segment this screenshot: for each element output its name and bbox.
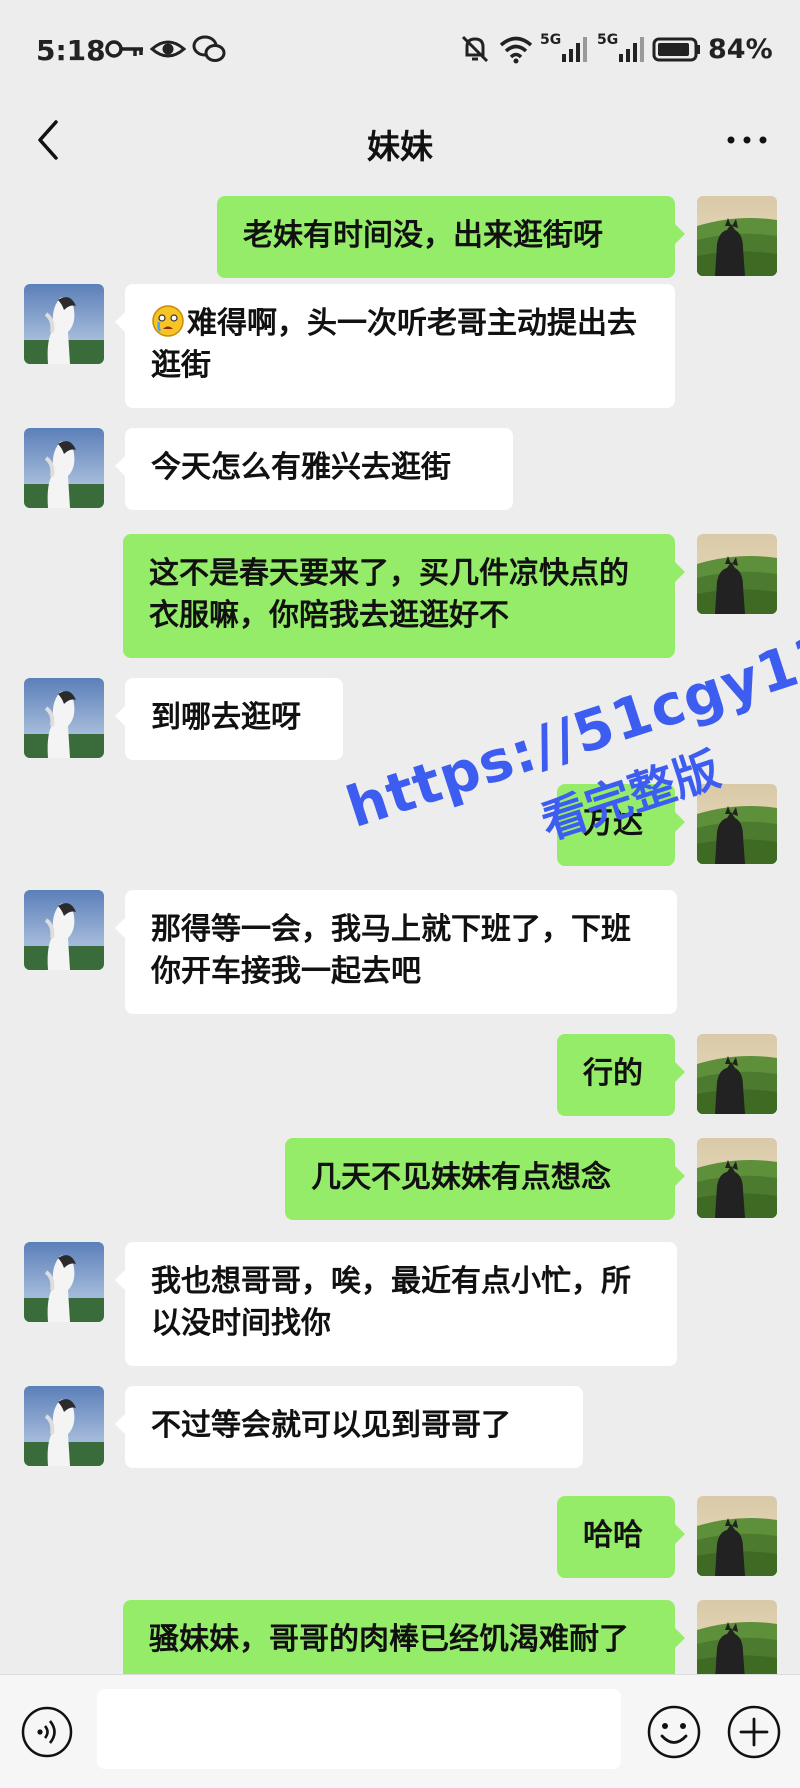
message-bubble[interactable]: 那得等一会，我马上就下班了，下班你开车接我一起去吧 [115, 890, 677, 1014]
voice-icon[interactable] [20, 1705, 74, 1759]
avatar[interactable] [24, 1386, 104, 1466]
message-bubble[interactable]: 行的 [557, 1034, 685, 1116]
message-text: 哈哈 [583, 1518, 643, 1553]
status-time: 5:18 [36, 34, 106, 67]
message-row: 几天不见妹妹有点想念 [0, 1126, 800, 1220]
message-bubble[interactable]: 哈哈 [557, 1496, 685, 1578]
message-row: 那得等一会，我马上就下班了，下班你开车接我一起去吧 [0, 878, 800, 1014]
avatar[interactable] [697, 1600, 777, 1674]
message-bubble[interactable]: 这不是春天要来了，买几件凉快点的衣服嘛，你陪我去逛逛好不 [123, 534, 685, 658]
message-text: 不过等会就可以见到哥哥了 [151, 1408, 511, 1443]
status-bar: 5:18 5G 5G 84% [0, 0, 800, 100]
emoji-icon[interactable] [645, 1703, 703, 1761]
crying-face-icon [152, 305, 184, 337]
message-bubble[interactable]: 今天怎么有雅兴去逛街 [115, 428, 513, 510]
avatar[interactable] [24, 678, 104, 758]
message-text: 行的 [583, 1056, 643, 1091]
message-text: 到哪去逛呀 [151, 700, 301, 735]
message-text: 这不是春天要来了，买几件凉快点的衣服嘛，你陪我去逛逛好不 [149, 556, 629, 633]
message-text: 难得啊，头一次听老哥主动提出去逛街 [151, 306, 637, 383]
input-bar [0, 1674, 800, 1788]
avatar[interactable] [697, 1034, 777, 1114]
plus-icon[interactable] [725, 1703, 783, 1761]
avatar[interactable] [24, 890, 104, 970]
message-bubble[interactable]: 骚妹妹，哥哥的肉棒已经饥渴难耐了 [123, 1600, 685, 1674]
eye-icon [150, 40, 186, 58]
message-text: 老妹有时间没，出来逛街呀 [243, 218, 603, 253]
avatar[interactable] [697, 1496, 777, 1576]
message-text: 骚妹妹，哥哥的肉棒已经饥渴难耐了 [149, 1622, 629, 1657]
battery-percent: 84% [708, 34, 773, 65]
more-dots-icon[interactable] [722, 120, 772, 160]
wechat-icon [192, 35, 226, 62]
message-row: 骚妹妹，哥哥的肉棒已经饥渴难耐了 [0, 1588, 800, 1674]
message-text: 我也想哥哥，唉，最近有点小忙，所以没时间找你 [151, 1264, 631, 1341]
chat-title: 妹妹 [367, 127, 433, 166]
message-text: 万达 [583, 806, 643, 841]
message-row: 万达 [0, 772, 800, 866]
signal-icon [619, 37, 644, 62]
message-bubble[interactable]: 老妹有时间没，出来逛街呀 [217, 196, 685, 278]
avatar[interactable] [697, 196, 777, 276]
message-bubble[interactable]: 几天不见妹妹有点想念 [285, 1138, 685, 1220]
message-input[interactable] [97, 1689, 621, 1769]
avatar[interactable] [697, 534, 777, 614]
key-icon [105, 40, 143, 58]
battery-icon [652, 37, 700, 62]
message-text: 今天怎么有雅兴去逛街 [151, 450, 451, 485]
message-bubble[interactable]: 到哪去逛呀 [115, 678, 343, 760]
mute-bell-icon [461, 35, 489, 63]
message-bubble[interactable]: 难得啊，头一次听老哥主动提出去逛街 [115, 284, 675, 408]
message-row: 老妹有时间没，出来逛街呀 [0, 184, 800, 278]
message-row: 难得啊，头一次听老哥主动提出去逛街 [0, 272, 800, 408]
avatar[interactable] [24, 428, 104, 508]
message-row: 到哪去逛呀 [0, 666, 800, 760]
message-row: 我也想哥哥，唉，最近有点小忙，所以没时间找你 [0, 1230, 800, 1366]
message-row: 哈哈 [0, 1484, 800, 1578]
message-list[interactable]: 老妹有时间没，出来逛街呀 难得啊，头一次听老哥主动提出去逛街 今天怎么有雅兴去逛… [0, 184, 800, 1674]
message-row: 行的 [0, 1022, 800, 1116]
message-text: 几天不见妹妹有点想念 [311, 1160, 611, 1195]
message-bubble[interactable]: 我也想哥哥，唉，最近有点小忙，所以没时间找你 [115, 1242, 677, 1366]
network-label-1: 5G [540, 32, 562, 48]
chat-header: 妹妹 [0, 100, 800, 184]
signal-icon [562, 37, 587, 62]
avatar[interactable] [24, 284, 104, 364]
message-row: 这不是春天要来了，买几件凉快点的衣服嘛，你陪我去逛逛好不 [0, 522, 800, 658]
message-bubble[interactable]: 不过等会就可以见到哥哥了 [115, 1386, 583, 1468]
avatar[interactable] [697, 784, 777, 864]
message-bubble[interactable]: 万达 [557, 784, 685, 866]
wifi-icon [499, 36, 533, 64]
message-row: 不过等会就可以见到哥哥了 [0, 1374, 800, 1468]
message-text: 那得等一会，我马上就下班了，下班你开车接我一起去吧 [151, 912, 631, 989]
network-label-2: 5G [597, 32, 619, 48]
message-row: 今天怎么有雅兴去逛街 [0, 416, 800, 510]
avatar[interactable] [697, 1138, 777, 1218]
avatar[interactable] [24, 1242, 104, 1322]
